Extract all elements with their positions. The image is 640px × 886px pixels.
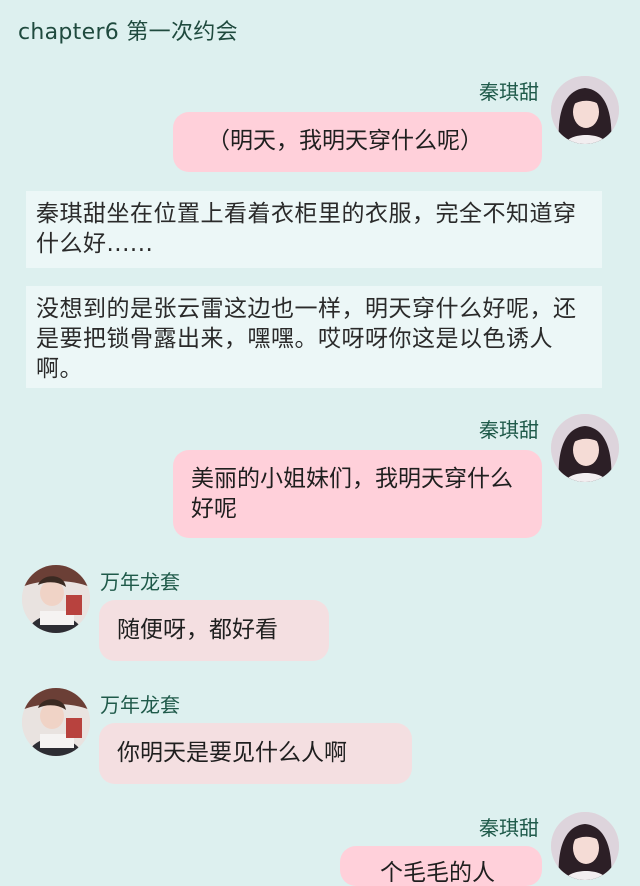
avatar-wannianlongtao[interactable]: [22, 565, 90, 633]
avatar-portrait-icon: [22, 688, 90, 756]
avatar-portrait-icon: [551, 812, 619, 880]
message-text: 个毛毛的人: [380, 860, 495, 886]
message-bubble[interactable]: 随便呀，都好看: [99, 600, 329, 661]
sender-name: 秦琪甜: [479, 418, 539, 442]
narration-text: 没想到的是张云雷这边也一样，明天穿什么好呢，还是要把锁骨露出来，嘿嘿。哎呀呀你这…: [36, 296, 577, 382]
message-bubble[interactable]: 美丽的小姐妹们，我明天穿什么好呢: [173, 450, 542, 538]
narration-block: 秦琪甜坐在位置上看着衣柜里的衣服，完全不知道穿什么好......: [26, 191, 602, 268]
avatar-qinqitian[interactable]: [551, 812, 619, 880]
sender-name: 万年龙套: [100, 570, 180, 594]
message-text: （明天，我明天穿什么呢）: [207, 128, 483, 154]
avatar-portrait-icon: [551, 76, 619, 144]
chapter-title: chapter6 第一次约会: [18, 20, 238, 45]
narration-text: 秦琪甜坐在位置上看着衣柜里的衣服，完全不知道穿什么好......: [36, 201, 577, 257]
message-text: 你明天是要见什么人啊: [117, 740, 347, 766]
message-bubble[interactable]: 你明天是要见什么人啊: [99, 723, 412, 784]
avatar-wannianlongtao[interactable]: [22, 688, 90, 756]
narration-block: 没想到的是张云雷这边也一样，明天穿什么好呢，还是要把锁骨露出来，嘿嘿。哎呀呀你这…: [26, 286, 602, 388]
message-text: 美丽的小姐妹们，我明天穿什么好呢: [191, 466, 513, 522]
avatar-portrait-icon: [551, 414, 619, 482]
sender-name: 秦琪甜: [479, 816, 539, 840]
message-bubble[interactable]: 个毛毛的人: [340, 846, 542, 886]
sender-name: 万年龙套: [100, 693, 180, 717]
avatar-qinqitian[interactable]: [551, 414, 619, 482]
sender-name: 秦琪甜: [479, 80, 539, 104]
message-text: 随便呀，都好看: [117, 617, 278, 643]
avatar-portrait-icon: [22, 565, 90, 633]
avatar-qinqitian[interactable]: [551, 76, 619, 144]
message-bubble[interactable]: （明天，我明天穿什么呢）: [173, 112, 542, 172]
